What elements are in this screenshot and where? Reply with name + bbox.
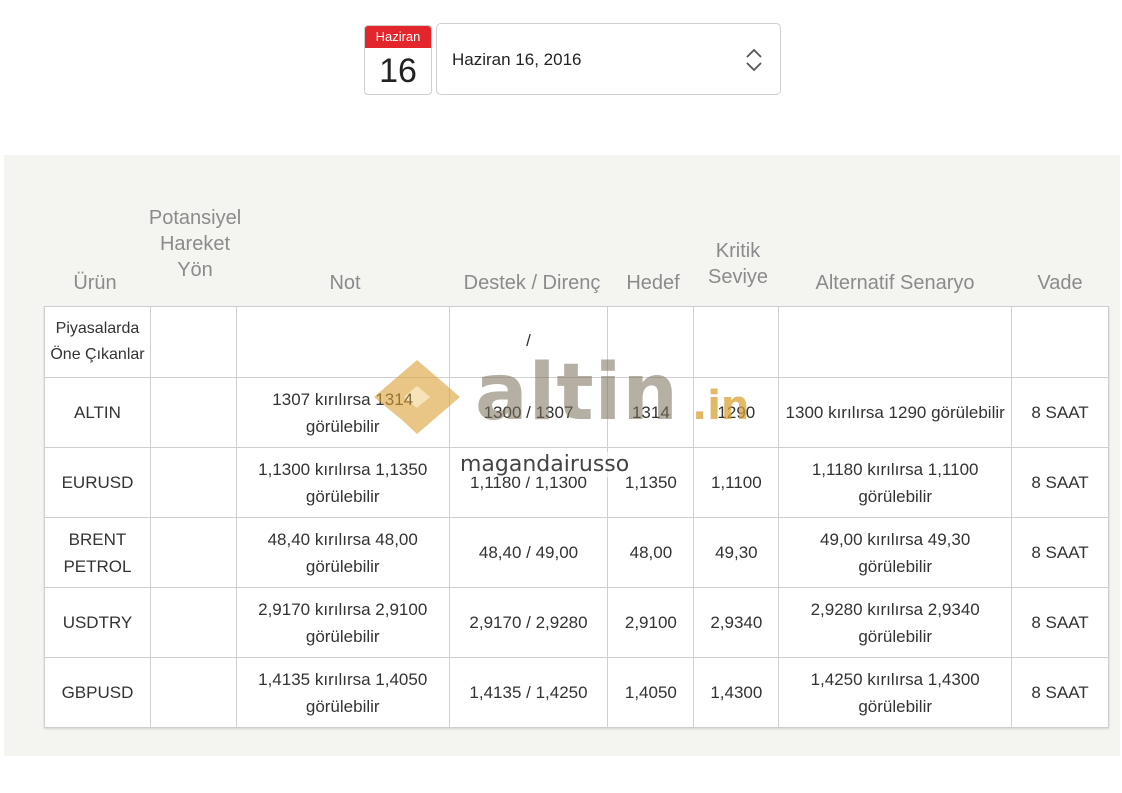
cell-direction (149, 517, 237, 588)
cell-term (1011, 306, 1109, 378)
signals-table: Piyasalarda Öne Çıkanlar / ALTIN 1307 kı… (44, 306, 1109, 728)
cell-direction (149, 447, 237, 518)
cell-target: 48,00 (607, 517, 695, 588)
cell-product: ALTIN (44, 377, 151, 448)
header-direction: Potansiyel Hareket Yön (148, 207, 242, 281)
up-down-chevron-icon (746, 48, 762, 72)
header-note: Not (329, 272, 361, 294)
cell-direction (149, 377, 237, 448)
header-critical-level: Kritik Seviye (707, 240, 769, 288)
cell-direction (149, 587, 237, 658)
calendar-day: 16 (379, 52, 417, 90)
date-select[interactable]: Haziran 16, 2016 (436, 23, 781, 95)
cell-alt: 49,00 kırılırsa 49,30 görülebilir (778, 517, 1013, 588)
cell-critical: 49,30 (693, 517, 780, 588)
cell-note (235, 306, 450, 378)
cell-support: 1,4135 / 1,4250 (448, 657, 609, 728)
cell-alt: 1300 kırılırsa 1290 görülebilir (778, 377, 1013, 448)
cell-support: 1,1180 / 1,1300 (448, 447, 609, 518)
cell-note: 2,9170 kırılırsa 2,9100 görülebilir (235, 587, 450, 658)
cell-note: 1,1300 kırılırsa 1,1350 görülebilir (235, 447, 450, 518)
cell-support: / (448, 306, 609, 378)
cell-critical: 1,4300 (693, 657, 780, 728)
cell-note: 1307 kırılırsa 1314 görülebilir (235, 377, 450, 448)
cell-product: Piyasalarda Öne Çıkanlar (44, 306, 151, 378)
cell-support: 2,9170 / 2,9280 (448, 587, 609, 658)
date-select-value: Haziran 16, 2016 (452, 50, 582, 69)
cell-product: USDTRY (44, 587, 151, 658)
table-row: BRENT PETROL 48,40 kırılırsa 48,00 görül… (44, 517, 1109, 588)
cell-alt: 1,4250 kırılırsa 1,4300 görülebilir (778, 657, 1013, 728)
cell-alt: 1,1180 kırılırsa 1,1100 görülebilir (778, 447, 1013, 518)
cell-target: 1314 (607, 377, 695, 448)
header-alternative-scenario: Alternatif Senaryo (815, 272, 975, 294)
cell-direction (149, 306, 237, 378)
calendar-icon[interactable]: Haziran 16 (364, 25, 432, 95)
cell-target: 1,4050 (607, 657, 695, 728)
cell-note: 1,4135 kırılırsa 1,4050 görülebilir (235, 657, 450, 728)
table-row: EURUSD 1,1300 kırılırsa 1,1350 görülebil… (44, 447, 1109, 518)
cell-term: 8 SAAT (1011, 517, 1109, 588)
table-row: GBPUSD 1,4135 kırılırsa 1,4050 görülebil… (44, 657, 1109, 728)
cell-critical: 2,9340 (693, 587, 780, 658)
cell-term: 8 SAAT (1011, 377, 1109, 448)
cell-support: 1300 / 1307 (448, 377, 609, 448)
cell-product: EURUSD (44, 447, 151, 518)
cell-target: 1,1350 (607, 447, 695, 518)
header-term: Vade (1037, 272, 1083, 294)
cell-product: BRENT PETROL (44, 517, 151, 588)
cell-critical: 1290 (693, 377, 780, 448)
cell-critical (693, 306, 780, 378)
cell-term: 8 SAAT (1011, 587, 1109, 658)
cell-term: 8 SAAT (1011, 657, 1109, 728)
cell-critical: 1,1100 (693, 447, 780, 518)
table-row: USDTRY 2,9170 kırılırsa 2,9100 görülebil… (44, 587, 1109, 658)
cell-direction (149, 657, 237, 728)
cell-support: 48,40 / 49,00 (448, 517, 609, 588)
cell-target (607, 306, 695, 378)
cell-alt (778, 306, 1013, 378)
header-target: Hedef (626, 272, 680, 294)
cell-note: 48,40 kırılırsa 48,00 görülebilir (235, 517, 450, 588)
cell-alt: 2,9280 kırılırsa 2,9340 görülebilir (778, 587, 1013, 658)
calendar-month: Haziran (365, 26, 431, 48)
table-row: Piyasalarda Öne Çıkanlar / (44, 306, 1109, 378)
header-support-resistance: Destek / Direnç (463, 272, 601, 294)
table-row: ALTIN 1307 kırılırsa 1314 görülebilir 13… (44, 377, 1109, 448)
header-product: Ürün (73, 272, 117, 294)
cell-term: 8 SAAT (1011, 447, 1109, 518)
cell-target: 2,9100 (607, 587, 695, 658)
cell-product: GBPUSD (44, 657, 151, 728)
